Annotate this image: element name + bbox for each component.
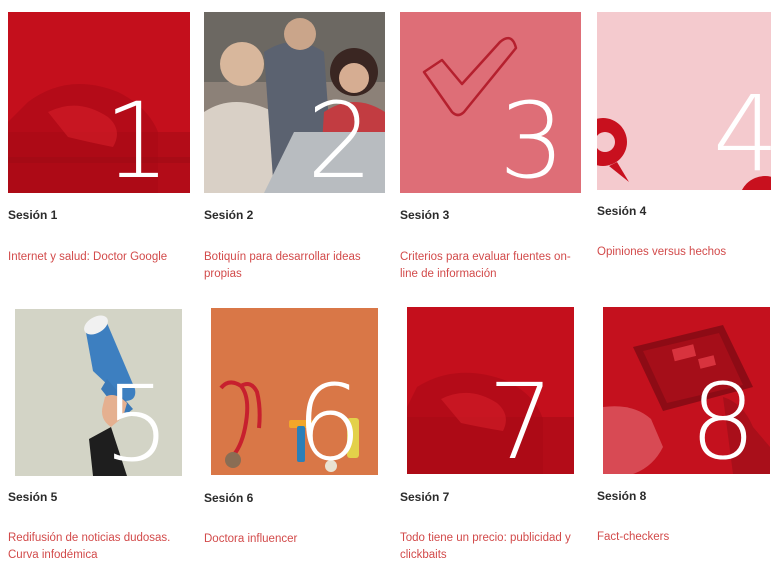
session-3-number: 3 — [498, 80, 565, 193]
session-2-description[interactable]: Botiquín para desarrollar ideas propias — [204, 249, 386, 283]
session-8-number: 8 — [689, 361, 756, 474]
session-8-thumbnail[interactable]: 8 — [603, 307, 770, 474]
session-1-description[interactable]: Internet y salud: Doctor Google — [8, 249, 188, 266]
session-8-description[interactable]: Fact-checkers — [597, 529, 769, 546]
session-4-number: 4 — [712, 73, 771, 190]
session-6-number: 6 — [295, 362, 362, 475]
session-7-number: 7 — [487, 361, 554, 474]
session-5-thumbnail[interactable]: 5 — [15, 309, 182, 476]
session-3-title: Sesión 3 — [400, 208, 450, 222]
session-1-number: 1 — [103, 80, 170, 193]
session-6-title: Sesión 6 — [204, 491, 254, 505]
session-4-description[interactable]: Opiniones versus hechos — [597, 244, 769, 261]
session-3-thumbnail[interactable]: 3 — [400, 12, 581, 193]
session-7-thumbnail[interactable]: 7 — [407, 307, 574, 474]
session-4-thumbnail[interactable]: 4 — [597, 12, 771, 190]
session-5-title: Sesión 5 — [8, 490, 58, 504]
session-6-description[interactable]: Doctora influencer — [204, 531, 386, 548]
session-5-number: 5 — [103, 363, 170, 476]
session-3-description[interactable]: Criterios para evaluar fuentes on-line d… — [400, 249, 582, 283]
session-2-number: 2 — [306, 80, 373, 193]
session-7-description[interactable]: Todo tiene un precio: publicidad y click… — [400, 530, 582, 564]
session-7-title: Sesión 7 — [400, 490, 450, 504]
session-2-title: Sesión 2 — [204, 208, 254, 222]
session-5-description[interactable]: Redifusión de noticias dudosas. Curva in… — [8, 530, 188, 564]
session-8-title: Sesión 8 — [597, 489, 647, 503]
session-6-thumbnail[interactable]: 6 — [211, 308, 378, 475]
session-1-title: Sesión 1 — [8, 208, 58, 222]
session-4-title: Sesión 4 — [597, 204, 647, 218]
session-2-thumbnail[interactable]: 2 — [204, 12, 385, 193]
session-1-thumbnail[interactable]: 1 — [8, 12, 190, 193]
